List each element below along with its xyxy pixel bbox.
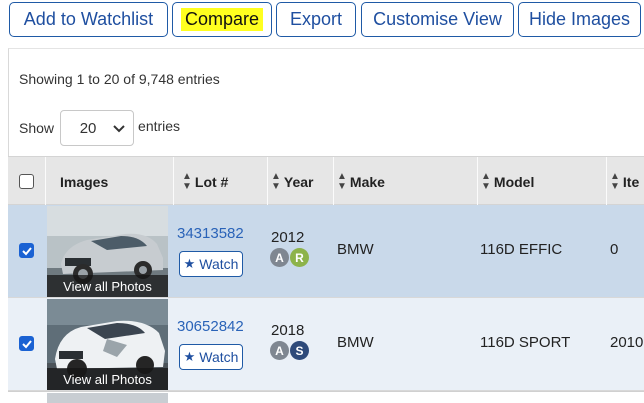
column-item[interactable]: ▲ ▼ Ite — [606, 157, 644, 206]
column-lot-label: Lot # — [194, 173, 229, 190]
sort-icon: ▲ ▼ — [182, 170, 192, 192]
model-value: 116D SPORT — [480, 334, 571, 351]
column-model-label: Model — [493, 173, 535, 190]
column-images: Images — [45, 157, 173, 206]
sort-icon: ▲ ▼ — [271, 170, 281, 192]
table-row[interactable]: View all Photos 30652842 ★ Watch 2018 A … — [8, 298, 644, 391]
checkmark-icon — [22, 247, 32, 256]
sort-icon: ▲ ▼ — [481, 170, 491, 192]
export-button[interactable]: Export — [276, 2, 356, 37]
view-all-photos-link[interactable]: View all Photos — [47, 275, 168, 297]
chevron-down-icon — [113, 125, 125, 133]
make-value: BMW — [337, 241, 374, 258]
page-size-control: Show 20 entries — [19, 110, 180, 146]
add-to-watchlist-button[interactable]: Add to Watchlist — [9, 2, 168, 37]
watch-label: Watch — [199, 349, 239, 365]
badge-a: A — [270, 341, 289, 360]
page-size-prefix: Show — [19, 120, 55, 136]
vehicle-thumbnail[interactable] — [47, 393, 168, 403]
item-value: 2010 — [610, 334, 644, 351]
column-make-label: Make — [349, 173, 385, 190]
row-checkbox[interactable] — [19, 336, 34, 351]
sort-icon: ▲ ▼ — [337, 170, 347, 192]
column-item-label: Ite — [622, 173, 640, 190]
entries-summary: Showing 1 to 20 of 9,748 entries — [19, 71, 220, 87]
view-all-photos-link[interactable]: View all Photos — [47, 368, 168, 390]
table-row[interactable]: View all Photos 34313582 ★ Watch 2012 A … — [8, 205, 644, 298]
customise-view-button[interactable]: Customise View — [361, 2, 514, 37]
page-size-select[interactable]: 20 — [60, 110, 135, 146]
year-value: 2018 — [271, 322, 305, 339]
compare-button[interactable]: Compare — [172, 2, 272, 37]
compare-label: Compare — [180, 8, 264, 31]
condition-badges: A S — [270, 341, 309, 360]
export-label: Export — [289, 9, 343, 29]
lot-number-link[interactable]: 30652842 — [177, 318, 244, 335]
sort-icon: ▲ ▼ — [610, 170, 620, 192]
lot-number-link[interactable]: 34313582 — [177, 225, 244, 242]
toolbar: Add to Watchlist Compare Export Customis… — [0, 0, 644, 48]
hide-images-label: Hide Images — [528, 9, 631, 29]
make-value: BMW — [337, 334, 374, 351]
column-images-label: Images — [60, 173, 109, 190]
checkmark-icon — [22, 340, 32, 349]
watch-button[interactable]: ★ Watch — [179, 251, 243, 277]
star-icon: ★ — [183, 256, 196, 271]
column-lot[interactable]: ▲ ▼ Lot # — [173, 157, 267, 206]
year-value: 2012 — [271, 229, 305, 246]
column-make[interactable]: ▲ ▼ Make — [333, 157, 477, 206]
row-checkbox[interactable] — [19, 243, 34, 258]
model-value: 116D EFFIC — [480, 241, 563, 258]
column-model[interactable]: ▲ ▼ Model — [477, 157, 606, 206]
item-value: 0 — [610, 241, 619, 258]
select-all-cell — [8, 157, 45, 206]
star-icon: ★ — [183, 349, 196, 364]
vehicle-thumbnail[interactable]: View all Photos — [47, 206, 168, 297]
column-year[interactable]: ▲ ▼ Year — [267, 157, 333, 206]
badge-r: R — [290, 248, 309, 267]
watch-label: Watch — [199, 256, 239, 272]
badge-s: S — [290, 341, 309, 360]
hide-images-button[interactable]: Hide Images — [518, 2, 641, 37]
page-size-suffix: entries — [138, 118, 181, 134]
customise-view-label: Customise View — [373, 9, 502, 29]
table-header: Images ▲ ▼ Lot # ▲ ▼ Year ▲ ▼ Make ▲ ▼ Model… — [8, 156, 644, 206]
watch-button[interactable]: ★ Watch — [179, 344, 243, 370]
badge-a: A — [270, 248, 289, 267]
select-all-checkbox[interactable] — [19, 174, 34, 189]
vehicle-thumbnail[interactable]: View all Photos — [47, 299, 168, 390]
page-size-value: 20 — [79, 119, 97, 137]
condition-badges: A R — [270, 248, 309, 267]
add-to-watchlist-label: Add to Watchlist — [23, 9, 154, 29]
column-year-label: Year — [283, 173, 314, 190]
